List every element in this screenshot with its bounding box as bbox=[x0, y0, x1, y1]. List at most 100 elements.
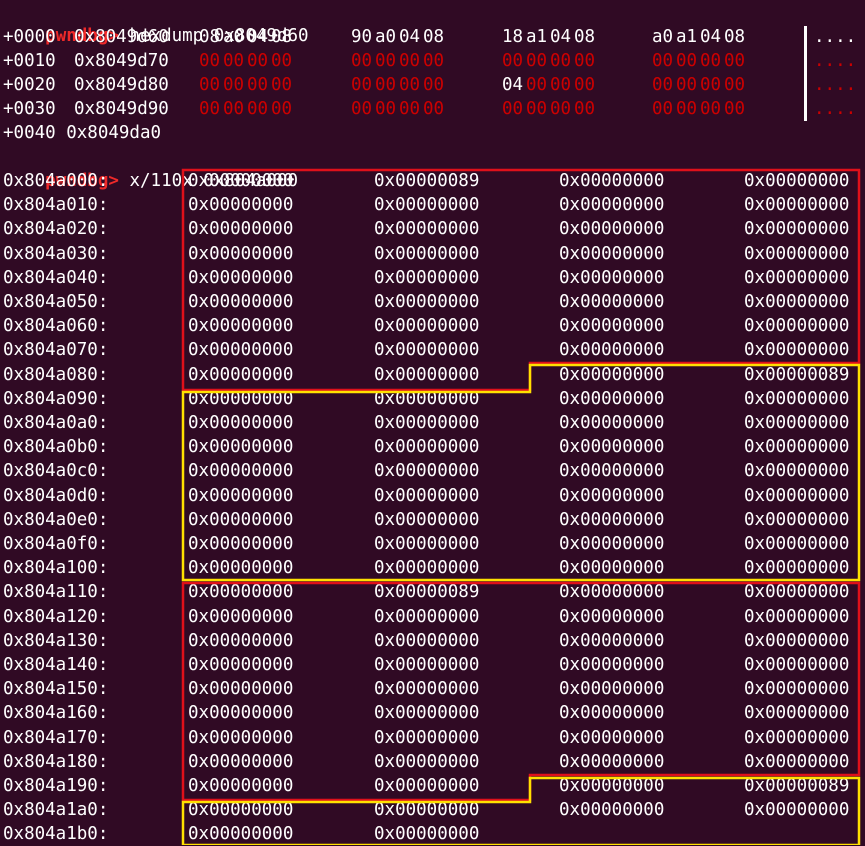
hexdump-end-line: +0040 0x8049da0 bbox=[3, 123, 162, 143]
memory-word: 0x00000000 bbox=[374, 437, 480, 458]
memory-word: 0x00000000 bbox=[374, 243, 480, 264]
memory-word: 0x00000000 bbox=[374, 534, 480, 554]
memory-word: 0x00000000 bbox=[559, 461, 665, 482]
memory-word: 0x00000000 bbox=[744, 509, 850, 530]
memory-word: 0x00000000 bbox=[559, 340, 665, 361]
memory-word: 0x00000000 bbox=[188, 679, 294, 700]
memory-word: 0x00000000 bbox=[374, 655, 480, 675]
hex-byte: 04 bbox=[399, 27, 421, 47]
memory-word: 0x00000000 bbox=[374, 776, 480, 796]
hexdump-row: +0010 0x8049d70 00 00 00 00 00 00 00 00 00 00 00 00 00… bbox=[0, 49, 865, 73]
command-line-hexdump: pwndbg> hexdump 0x8049d60 bbox=[3, 0, 308, 46]
memory-row: 0x804a060: 0x00000000 0x00000000 0x00000000… bbox=[3, 314, 863, 338]
memory-address: 0x804a0b0: bbox=[3, 437, 109, 458]
memory-word: 0x00000000 bbox=[744, 485, 850, 506]
hex-byte: 00 bbox=[526, 75, 548, 95]
memory-word: 0x00000000 bbox=[559, 171, 665, 191]
memory-word: 0x00000000 bbox=[559, 364, 665, 385]
memory-address: 0x804a1b0: bbox=[3, 824, 109, 845]
memory-word: 0x00000000 bbox=[559, 582, 665, 603]
hex-byte: 00 bbox=[550, 51, 572, 71]
hex-byte: 00 bbox=[550, 99, 572, 119]
memory-word: 0x00000000 bbox=[374, 316, 480, 337]
hex-byte: 00 bbox=[351, 51, 373, 71]
memory-word: 0x00000000 bbox=[744, 267, 850, 288]
memory-address: 0x804a020: bbox=[3, 219, 109, 240]
hex-byte: 08 bbox=[724, 27, 746, 47]
memory-word: 0x00000000 bbox=[188, 776, 294, 796]
memory-row: 0x804a080: 0x00000000 0x00000000 0x00000000… bbox=[3, 363, 863, 387]
hex-byte: 00 bbox=[271, 51, 293, 71]
memory-word: 0x00000000 bbox=[188, 534, 294, 554]
hex-byte: 00 bbox=[271, 75, 293, 95]
memory-word: 0x00000089 bbox=[374, 582, 480, 603]
memory-word: 0x00000000 bbox=[374, 679, 480, 700]
hex-byte: 00 bbox=[700, 99, 722, 119]
memory-word: 0x00000000 bbox=[188, 558, 294, 579]
memory-word: 0x00000000 bbox=[744, 703, 850, 724]
memory-row: 0x804a0e0: 0x00000000 0x00000000 0x00000000… bbox=[3, 508, 863, 532]
memory-word: 0x00000000 bbox=[374, 485, 480, 506]
memory-address: 0x804a0e0: bbox=[3, 509, 109, 530]
memory-word: 0x00000000 bbox=[374, 727, 480, 748]
hex-byte: 00 bbox=[676, 75, 698, 95]
memory-address: 0x804a0a0: bbox=[3, 413, 109, 433]
memory-word: 0x00000000 bbox=[188, 800, 294, 821]
hex-byte: 00 bbox=[526, 51, 548, 71]
hex-byte: 00 bbox=[574, 51, 596, 71]
hex-byte: 08 bbox=[574, 27, 596, 47]
memory-word: 0x00000000 bbox=[559, 413, 665, 433]
memory-word: 0x00000000 bbox=[188, 630, 294, 651]
memory-address: 0x804a040: bbox=[3, 267, 109, 288]
memory-address: 0x804a120: bbox=[3, 606, 109, 627]
memory-row: 0x804a040: 0x00000000 0x00000000 0x00000000… bbox=[3, 266, 863, 290]
memory-word: 0x00000000 bbox=[374, 340, 480, 361]
hex-byte: 04 bbox=[502, 75, 524, 95]
memory-address: 0x804a190: bbox=[3, 776, 109, 796]
hexdump-offset: +0030 bbox=[3, 99, 56, 119]
memory-row: 0x804a020: 0x00000000 0x00000000 0x00000000… bbox=[3, 217, 863, 241]
memory-word: 0x00000000 bbox=[188, 171, 294, 191]
memory-word: 0x00000000 bbox=[374, 824, 480, 845]
memory-word: 0x00000000 bbox=[188, 582, 294, 603]
memory-word: 0x00000000 bbox=[188, 388, 294, 409]
memory-address: 0x804a060: bbox=[3, 316, 109, 337]
hex-byte: a0 bbox=[375, 27, 397, 47]
memory-address: 0x804a0f0: bbox=[3, 534, 109, 554]
memory-word: 0x00000000 bbox=[744, 558, 850, 579]
hex-byte: 00 bbox=[502, 51, 524, 71]
memory-word: 0x00000000 bbox=[374, 388, 480, 409]
memory-row: 0x804a0f0: 0x00000000 0x00000000 0x00000000… bbox=[3, 532, 863, 556]
hex-byte: 00 bbox=[423, 51, 445, 71]
hexdump-address: 0x8049d80 bbox=[74, 75, 169, 95]
memory-word: 0x00000000 bbox=[559, 388, 665, 409]
memory-word: 0x00000000 bbox=[374, 195, 480, 216]
memory-word: 0x00000000 bbox=[374, 219, 480, 240]
memory-word: 0x00000000 bbox=[559, 267, 665, 288]
memory-word: 0x00000000 bbox=[188, 655, 294, 675]
hex-byte: 00 bbox=[502, 99, 524, 119]
memory-address: 0x804a110: bbox=[3, 582, 109, 603]
hexdump-row: +0000 0x8049d60 08 a0 04 08 90 a0 04 08 18 a1 04 08 a0… bbox=[0, 25, 865, 49]
memory-word: 0x00000000 bbox=[374, 461, 480, 482]
memory-word: 0x00000000 bbox=[188, 606, 294, 627]
hexdump-row: +0030 0x8049d90 00 00 00 00 00 00 00 00 00 00 00 00 00… bbox=[0, 97, 865, 121]
memory-address: 0x804a090: bbox=[3, 388, 109, 409]
hex-byte: 00 bbox=[676, 99, 698, 119]
memory-word: 0x00000000 bbox=[559, 703, 665, 724]
terminal-window[interactable]: pwndbg> hexdump 0x8049d60 +0000 0x8049d60… bbox=[0, 0, 865, 845]
hexdump-address: 0x8049d90 bbox=[74, 99, 169, 119]
memory-word: 0x00000000 bbox=[188, 485, 294, 506]
hex-byte: 00 bbox=[271, 99, 293, 119]
memory-address: 0x804a140: bbox=[3, 655, 109, 675]
hex-byte: 08 bbox=[423, 27, 445, 47]
memory-word: 0x00000089 bbox=[744, 776, 850, 796]
memory-address: 0x804a080: bbox=[3, 364, 109, 385]
hex-byte: 08 bbox=[199, 27, 221, 47]
memory-address: 0x804a170: bbox=[3, 727, 109, 748]
memory-address: 0x804a030: bbox=[3, 243, 109, 264]
hex-byte: 00 bbox=[423, 75, 445, 95]
hex-byte: 00 bbox=[724, 99, 746, 119]
hex-byte: 00 bbox=[247, 99, 269, 119]
hex-byte: 00 bbox=[223, 51, 245, 71]
